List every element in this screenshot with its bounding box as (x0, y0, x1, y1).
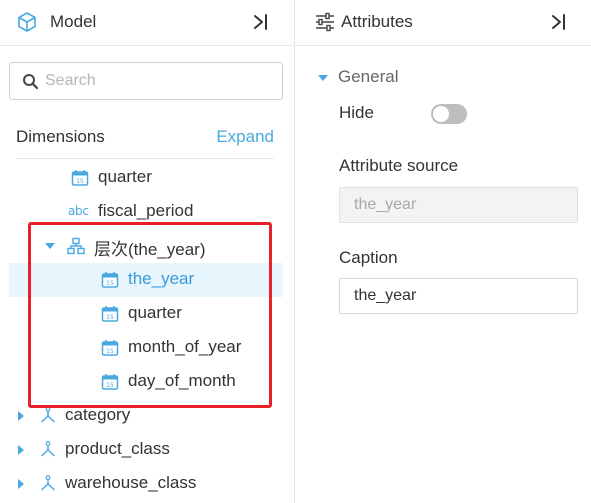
tree-item-quarter[interactable]: 15 quarter (9, 161, 283, 195)
tree-item-label: 层次(the_year) (94, 240, 206, 259)
tree-item-warehouse-class[interactable]: warehouse_class (9, 467, 283, 501)
abc-text-icon: abc (68, 204, 89, 218)
chevron-down-icon (318, 75, 328, 81)
caption-field[interactable]: the_year (339, 278, 578, 314)
model-panel-title: Model (50, 12, 97, 31)
chevron-right-icon[interactable] (18, 411, 24, 421)
tree-item-fiscal-period[interactable]: abc fiscal_period (9, 195, 283, 229)
svg-text:15: 15 (76, 178, 84, 185)
tree-item-month-of-year[interactable]: 15 month_of_year (9, 331, 283, 365)
model-panel-header: Model (0, 0, 294, 46)
calendar-icon: 15 (101, 340, 119, 356)
calendar-icon: 15 (71, 170, 89, 186)
caption-label: Caption (339, 248, 398, 267)
calendar-icon: 15 (101, 374, 119, 390)
tree-item-label: fiscal_period (98, 201, 194, 220)
cube-icon (18, 12, 36, 32)
tree-item-label: the_year (128, 269, 195, 288)
model-panel: Model Dimensions Expand 15 quarter abc f… (0, 0, 295, 503)
attribute-source-field: the_year (339, 187, 578, 223)
tree-item-label: quarter (98, 167, 152, 186)
search-box[interactable] (9, 62, 283, 100)
attribute-source-label: Attribute source (339, 156, 459, 175)
chevron-down-icon[interactable] (45, 243, 55, 249)
svg-text:15: 15 (106, 314, 114, 321)
section-title: General (338, 67, 399, 86)
dimension-icon (40, 475, 56, 491)
expand-link[interactable]: Expand (216, 127, 274, 147)
dimensions-header: Dimensions Expand (16, 127, 274, 159)
svg-text:15: 15 (106, 280, 114, 287)
tree-item-label: quarter (128, 303, 182, 322)
calendar-icon: 15 (101, 272, 119, 288)
tree-item-product-class[interactable]: product_class (9, 433, 283, 467)
tree-item-the-year[interactable]: 15 the_year (9, 263, 283, 297)
attributes-panel-title: Attributes (341, 12, 413, 31)
svg-text:15: 15 (106, 348, 114, 355)
tree-item-label: product_class (65, 439, 170, 458)
dimension-icon (40, 407, 56, 423)
tree-item-hierarchy[interactable]: 层次(the_year) (9, 229, 283, 263)
attributes-panel: Attributes General Hide Attribute source… (296, 0, 591, 503)
tree-item-label: warehouse_class (65, 473, 197, 492)
tree-item-label: day_of_month (128, 371, 236, 390)
hide-label: Hide (339, 103, 374, 122)
attributes-panel-header: Attributes (296, 0, 591, 46)
tree-item-quarter[interactable]: 15 quarter (9, 297, 283, 331)
tree-item-label: month_of_year (128, 337, 242, 356)
toggle-knob (433, 106, 449, 122)
dimension-icon (40, 441, 56, 457)
hide-toggle[interactable] (431, 104, 467, 124)
dimensions-label: Dimensions (16, 127, 105, 146)
tree-item-label: category (65, 405, 131, 424)
collapse-right-icon[interactable] (252, 12, 270, 32)
sliders-icon (316, 12, 334, 32)
tree-item-day-of-month[interactable]: 15 day_of_month (9, 365, 283, 399)
search-input[interactable] (45, 69, 275, 93)
tree-item-category[interactable]: category (9, 399, 283, 433)
search-icon (23, 74, 39, 90)
calendar-icon: 15 (101, 306, 119, 322)
chevron-right-icon[interactable] (18, 479, 24, 489)
collapse-right-icon[interactable] (550, 12, 568, 32)
chevron-right-icon[interactable] (18, 445, 24, 455)
svg-text:15: 15 (106, 382, 114, 389)
hierarchy-icon (67, 237, 85, 255)
